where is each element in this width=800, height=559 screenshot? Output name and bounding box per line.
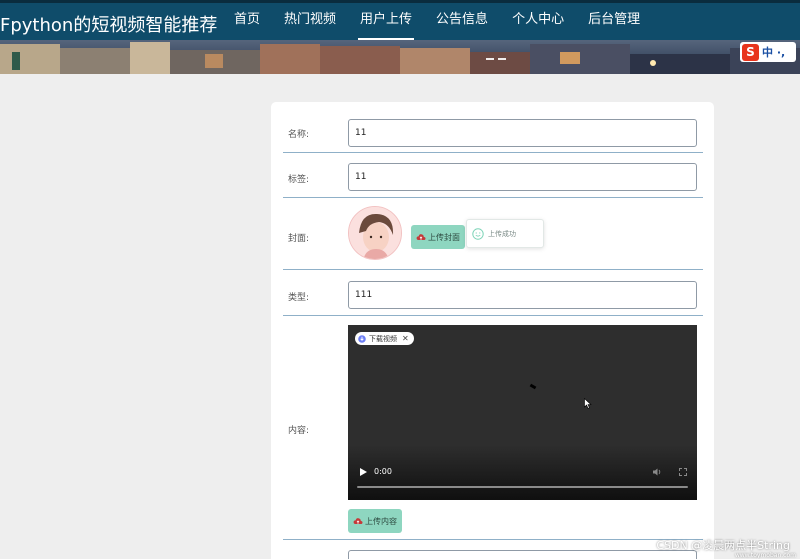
sogou-logo-icon: S: [742, 43, 759, 61]
banner-image: S 中 ·,: [0, 40, 800, 74]
video-time: 0:00: [374, 467, 392, 476]
loading-mark: [529, 383, 537, 390]
form-row-cover: 封面: 上传封面 上传成功: [283, 198, 703, 270]
form-row-content: 内容: 下载视频 ✕ 0:00 上传内容: [283, 316, 703, 540]
ime-mode-label: 中 ·,: [762, 46, 786, 59]
form-row-name: 名称: 11: [283, 114, 703, 153]
nav-home[interactable]: 首页: [222, 3, 272, 40]
tags-label: 标签:: [288, 175, 310, 185]
content-label: 内容:: [288, 426, 310, 436]
type-label: 类型:: [288, 293, 310, 303]
carousel-dot[interactable]: [486, 58, 494, 60]
upload-content-label: 上传内容: [365, 516, 397, 526]
form-row-type: 类型: 111: [283, 270, 703, 316]
ime-toolbar[interactable]: S 中 ·,: [740, 42, 796, 62]
next-field-input[interactable]: [348, 550, 697, 559]
top-navbar: Fpython的短视频智能推荐 首页 热门视频 用户上传 公告信息 个人中心 后…: [0, 0, 800, 40]
upload-success-toast: 上传成功: [466, 219, 544, 248]
name-input[interactable]: 11: [348, 119, 697, 147]
tags-input[interactable]: 11: [348, 163, 697, 191]
carousel-dot[interactable]: [498, 58, 506, 60]
video-player[interactable]: 下载视频 ✕ 0:00: [348, 325, 697, 500]
nav-profile[interactable]: 个人中心: [500, 3, 576, 40]
site-title[interactable]: Fpython的短视频智能推荐: [0, 11, 217, 37]
close-icon[interactable]: ✕: [402, 334, 409, 343]
volume-icon[interactable]: [652, 467, 662, 477]
download-video-badge[interactable]: 下载视频 ✕: [355, 332, 414, 345]
video-progress-bar[interactable]: [357, 486, 688, 488]
upload-content-button[interactable]: 上传内容: [348, 509, 402, 533]
video-controls-overlay: [348, 445, 697, 500]
main-nav: 首页 热门视频 用户上传 公告信息 个人中心 后台管理: [222, 3, 652, 40]
type-input[interactable]: 111: [348, 281, 697, 309]
carousel-indicators[interactable]: [486, 58, 506, 60]
nav-announcements[interactable]: 公告信息: [424, 3, 500, 40]
smile-icon: [472, 227, 484, 240]
csdn-watermark: CSDN @凌晨两点半String: [656, 539, 790, 552]
upload-cover-label: 上传封面: [428, 232, 460, 242]
name-label: 名称:: [288, 130, 310, 140]
cover-label: 封面:: [288, 234, 310, 244]
mouse-cursor-icon: [584, 398, 592, 409]
cloud-upload-icon: [416, 234, 426, 240]
upload-cover-button[interactable]: 上传封面: [411, 225, 465, 249]
nav-admin[interactable]: 后台管理: [576, 3, 652, 40]
nav-hot-videos[interactable]: 热门视频: [272, 3, 348, 40]
nav-user-upload[interactable]: 用户上传: [348, 3, 424, 40]
cover-image-icon: [349, 207, 401, 259]
site-watermark: www.toymoban.com: [734, 552, 796, 559]
play-icon[interactable]: [358, 467, 368, 477]
upload-form-card: 名称: 11 标签: 11 封面: 上传封面 上传成功 类型: 111 内容: …: [271, 102, 714, 559]
cloud-upload-icon: [353, 518, 363, 524]
form-row-tags: 标签: 11: [283, 153, 703, 198]
toast-message: 上传成功: [488, 229, 516, 238]
download-badge-label: 下载视频: [369, 334, 397, 343]
fullscreen-icon[interactable]: [679, 468, 687, 476]
download-icon: [358, 334, 366, 343]
cover-thumbnail[interactable]: [348, 206, 402, 260]
